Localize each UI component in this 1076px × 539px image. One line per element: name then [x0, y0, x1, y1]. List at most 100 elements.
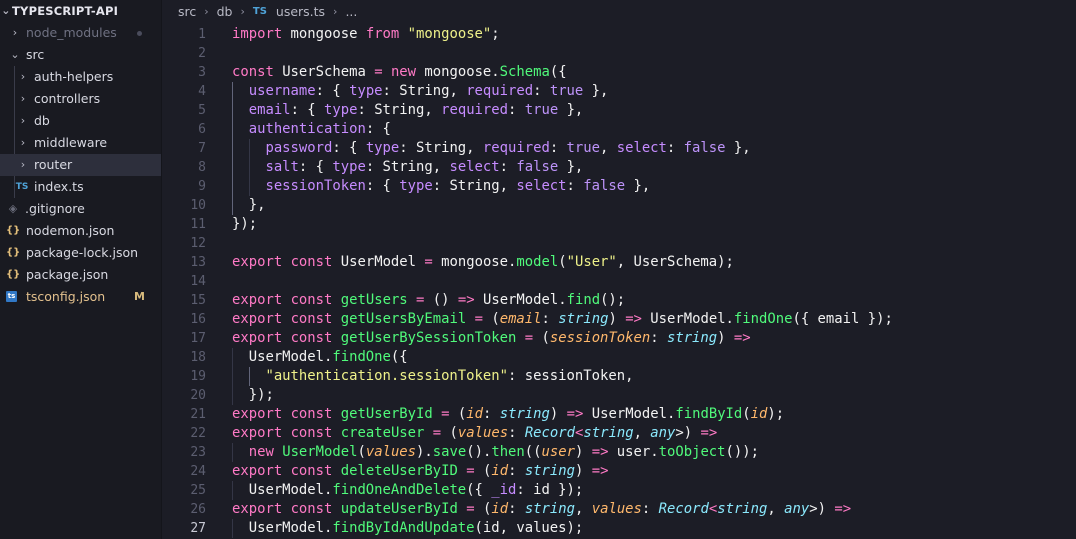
git-file-icon: ◈ — [8, 202, 18, 215]
tree-item-gitignore[interactable]: ◈ .gitignore — [0, 198, 161, 220]
line-number: 8 — [198, 160, 206, 175]
tree-item-controllers[interactable]: › controllers — [0, 88, 161, 110]
json-file-icon: {} — [6, 269, 21, 280]
explorer-sidebar: ⌄ TYPESCRIPT-API › node_modules ⌄ src › … — [0, 0, 162, 539]
tree-item-label: .gitignore — [25, 201, 85, 216]
chevron-right-icon: › — [20, 92, 26, 105]
breadcrumb: src › db › TS users.ts › ... — [162, 0, 1076, 24]
breadcrumb-item-src[interactable]: src — [178, 0, 196, 24]
line-number: 25 — [190, 483, 206, 498]
code-line[interactable]: 8 salt: { type: String, select: false }, — [162, 158, 1076, 177]
tree-item-package-lock-json[interactable]: {} package-lock.json — [0, 242, 161, 264]
modified-badge: M — [134, 290, 145, 303]
code-text: export const createUser = (values: Recor… — [232, 425, 718, 441]
tree-item-label: node_modules — [26, 25, 117, 40]
line-number: 4 — [198, 84, 206, 99]
chevron-right-icon: › — [333, 5, 338, 18]
code-text: authentication: { — [248, 121, 391, 137]
line-number: 22 — [190, 426, 206, 441]
line-number: 9 — [198, 179, 206, 194]
code-line[interactable]: 24 export const deleteUserByID = (id: str… — [162, 462, 1076, 481]
code-line[interactable]: 11}); — [162, 215, 1076, 234]
line-number: 24 — [190, 464, 206, 479]
tree-item-index-ts[interactable]: TS index.ts — [0, 176, 161, 198]
code-line[interactable]: 26 export const updateUserById = (id: str… — [162, 500, 1076, 519]
explorer-root-header[interactable]: ⌄ TYPESCRIPT-API — [0, 0, 161, 22]
code-text: UserModel.findOneAndDelete({ _id: id }); — [232, 482, 584, 498]
tsconfig-file-icon: ts — [6, 291, 17, 302]
line-number: 11 — [190, 217, 206, 232]
chevron-right-icon: › — [12, 26, 18, 39]
chevron-right-icon: › — [204, 5, 209, 18]
code-text: email: { type: String, required: true }, — [248, 102, 584, 118]
tree-item-label: package.json — [26, 267, 109, 282]
code-line[interactable]: 6 authentication: { — [162, 120, 1076, 139]
code-line[interactable]: 3 const UserSchema = new mongoose.Schema(… — [162, 63, 1076, 82]
breadcrumb-item-db[interactable]: db — [217, 0, 233, 24]
tree-item-label: middleware — [34, 135, 108, 150]
code-line[interactable]: 13 export const UserModel = mongoose.mode… — [162, 253, 1076, 272]
tree-item-router[interactable]: › router — [0, 154, 161, 176]
code-line[interactable]: 23 new UserModel(values).save().then((us… — [162, 443, 1076, 462]
code-line[interactable]: 9 sessionToken: { type: String, select: … — [162, 177, 1076, 196]
code-line[interactable]: 4 username: { type: String, required: tr… — [162, 82, 1076, 101]
tree-item-middleware[interactable]: › middleware — [0, 132, 161, 154]
tree-item-auth-helpers[interactable]: › auth-helpers — [0, 66, 161, 88]
tree-item-tsconfig-json[interactable]: ts tsconfig.json M — [0, 286, 161, 308]
code-line[interactable]: 27 UserModel.findByIdAndUpdate(id, value… — [162, 519, 1076, 538]
code-text: }, — [232, 197, 266, 213]
code-line[interactable]: 19 "authentication.sessionToken": sessio… — [162, 367, 1076, 386]
tree-item-label: tsconfig.json — [26, 289, 106, 304]
code-line[interactable]: 5 email: { type: String, required: true … — [162, 101, 1076, 120]
code-text: export const deleteUserByID = (id: strin… — [232, 463, 609, 479]
code-line[interactable]: 16 export const getUsersByEmail = (email:… — [162, 310, 1076, 329]
line-number: 21 — [190, 407, 206, 422]
code-line[interactable]: 1 import mongoose from "mongoose"; — [162, 25, 1076, 44]
tree-item-nodemon-json[interactable]: {} nodemon.json — [0, 220, 161, 242]
code-line[interactable]: 20 }); — [162, 386, 1076, 405]
tree-item-label: package-lock.json — [26, 245, 139, 260]
code-text: }); — [232, 387, 274, 403]
code-line[interactable]: 2 — [162, 44, 1076, 63]
tree-item-label: index.ts — [34, 179, 84, 194]
code-line[interactable]: 25 UserModel.findOneAndDelete({ _id: id … — [162, 481, 1076, 500]
code-line[interactable]: 17 export const getUserBySessionToken = (… — [162, 329, 1076, 348]
typescript-file-icon: TS — [252, 6, 267, 17]
tree-item-node-modules[interactable]: › node_modules — [0, 22, 161, 44]
line-number: 12 — [190, 236, 206, 251]
code-text: }); — [232, 216, 258, 232]
code-editor[interactable]: 1 import mongoose from "mongoose"; 2 3 const… — [162, 22, 1076, 539]
code-line[interactable]: 22 export const createUser = (values: Rec… — [162, 424, 1076, 443]
code-text: password: { type: String, required: true… — [265, 140, 751, 156]
code-text: export const UserModel = mongoose.model(… — [232, 254, 734, 270]
line-number: 15 — [190, 293, 206, 308]
tree-item-src[interactable]: ⌄ src — [0, 44, 161, 66]
code-text: export const getUsers = () => UserModel.… — [232, 292, 626, 308]
code-line[interactable]: 18 UserModel.findOne({ — [162, 348, 1076, 367]
code-line[interactable]: 14 — [162, 272, 1076, 291]
line-number: 17 — [190, 331, 206, 346]
code-text: UserModel.findByIdAndUpdate(id, values); — [232, 520, 584, 536]
line-number: 18 — [190, 350, 206, 365]
code-text: UserModel.findOne({ — [232, 349, 408, 365]
code-text: "authentication.sessionToken": sessionTo… — [265, 368, 634, 384]
code-line[interactable]: 15 export const getUsers = () => UserMode… — [162, 291, 1076, 310]
breadcrumb-item-symbols[interactable]: ... — [345, 0, 357, 24]
chevron-down-icon: ⌄ — [1, 4, 11, 17]
code-line[interactable]: 7 password: { type: String, required: tr… — [162, 139, 1076, 158]
tree-item-package-json[interactable]: {} package.json — [0, 264, 161, 286]
code-line[interactable]: 12 — [162, 234, 1076, 253]
line-number: 10 — [190, 198, 206, 213]
tree-item-db[interactable]: › db — [0, 110, 161, 132]
code-text: new UserModel(values).save().then((user)… — [248, 444, 759, 460]
tree-item-label: db — [34, 113, 50, 128]
line-number: 23 — [190, 445, 206, 460]
explorer-root-label: TYPESCRIPT-API — [12, 4, 119, 18]
code-text: export const updateUserById = (id: strin… — [232, 501, 852, 517]
code-line[interactable]: 21 export const getUserById = (id: string… — [162, 405, 1076, 424]
line-number: 16 — [190, 312, 206, 327]
code-line[interactable]: 10 }, — [162, 196, 1076, 215]
line-number: 20 — [190, 388, 206, 403]
json-file-icon: {} — [6, 225, 21, 236]
breadcrumb-item-users-ts[interactable]: users.ts — [276, 0, 325, 24]
